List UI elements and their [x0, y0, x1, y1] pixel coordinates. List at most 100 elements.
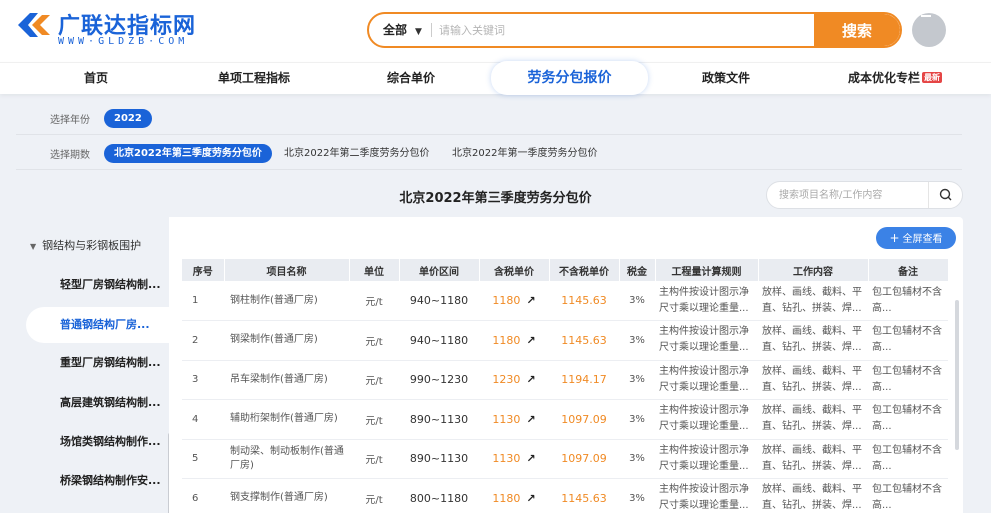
search-divider: [431, 23, 432, 37]
table-row[interactable]: 1 钢柱制作(普通厂房) 元/t 940~1180 1180 ↗ 1145.63 3% 主构件按…: [182, 281, 948, 321]
table-scrollbar[interactable]: [955, 300, 959, 450]
unit: 元/t: [365, 494, 383, 506]
search-button[interactable]: 搜索: [814, 14, 900, 46]
table-row[interactable]: 2 钢梁制作(普通厂房) 元/t 940~1180 1180 ↗ 1145.63 3% 主构件按…: [182, 320, 948, 361]
search-scope-select[interactable]: 全部 ▼: [383, 14, 422, 46]
fullscreen-button[interactable]: + 全屏查看: [876, 227, 956, 249]
year-option-2022[interactable]: 2022: [104, 109, 152, 128]
price-range-cell: 990~1230: [399, 360, 479, 400]
year-filter-row: 选择年份 2022: [16, 101, 962, 135]
project-name-cell: 吊车梁制作(普通厂房): [224, 360, 349, 400]
table-row[interactable]: 6 钢支撑制作(普通厂房) 元/t 800~1180 1180 ↗ 1145.63 3% 主构件…: [182, 478, 948, 513]
sidebar-item[interactable]: 轻型厂房钢结构制...: [26, 267, 169, 303]
user-avatar[interactable]: [912, 13, 946, 47]
tax-rate-cell: 3%: [619, 478, 655, 513]
tax-price: 1230: [492, 373, 521, 387]
row-number: 4: [192, 413, 199, 425]
calc-rule-cell: 主构件按设计图示净尺寸乘以理论重量...: [655, 399, 758, 440]
nav-unit-price[interactable]: 综合单价: [375, 63, 447, 95]
notax-price-cell: 1097.09: [549, 399, 619, 440]
trend-chart-icon[interactable]: ↗: [526, 413, 535, 426]
notax-price: 1097.09: [561, 452, 607, 466]
sidebar-item[interactable]: 重型厂房钢结构制...: [26, 345, 169, 381]
remark-cell: 包工包辅材不含高...: [868, 399, 948, 440]
unit: 元/t: [365, 415, 383, 427]
sidebar-group-label: 钢结构与彩钢板围护: [42, 239, 142, 252]
period-option-q1[interactable]: 北京2022年第一季度劳务分包价: [442, 144, 607, 163]
year-filter-label: 选择年份: [50, 115, 90, 126]
period-option-q2[interactable]: 北京2022年第二季度劳务分包价: [274, 144, 439, 163]
calc-rule-cell: 主构件按设计图示净尺寸乘以理论重量...: [655, 439, 758, 479]
tax-price-cell: 1180 ↗: [479, 281, 549, 321]
price-range-cell: 940~1180: [399, 281, 479, 321]
trend-chart-icon[interactable]: ↗: [526, 294, 535, 307]
remark: 包工包辅材不含高...: [872, 365, 942, 393]
tax-rate: 3%: [629, 374, 645, 386]
col-header: 税金: [619, 259, 656, 281]
calc-rule: 主构件按设计图示净尺寸乘以理论重量...: [659, 365, 749, 393]
tax-price-cell: 1130 ↗: [479, 439, 549, 479]
tax-rate-cell: 3%: [619, 439, 655, 479]
nav-single-project[interactable]: 单项工程指标: [206, 63, 302, 95]
table-row[interactable]: 5 制动梁、制动板制作(普通厂房) 元/t 890~1130 1130 ↗ 1097.09 3…: [182, 439, 948, 479]
table-header-row: 序号 项目名称 单位 单价区间 含税单价 不含税单价 税金 工程量计算规则 工作…: [182, 259, 949, 281]
notax-price-cell: 1194.17: [549, 360, 619, 400]
col-header: 单价区间: [399, 259, 480, 281]
sidebar-item[interactable]: 高层建筑钢结构制...: [26, 385, 169, 421]
col-header: 工作内容: [758, 259, 869, 281]
work-content: 放样、画线、截料、平直、钻孔、拼装、焊...: [762, 405, 862, 433]
nav-policy[interactable]: 政策文件: [690, 63, 762, 95]
remark: 包工包辅材不含高...: [872, 484, 942, 512]
table-row[interactable]: 3 吊车梁制作(普通厂房) 元/t 990~1230 1230 ↗ 1194.17 3% 主构件…: [182, 360, 948, 400]
row-number-cell: 5: [182, 439, 224, 479]
unit-cell: 元/t: [349, 281, 399, 321]
calc-rule: 主构件按设计图示净尺寸乘以理论重量...: [659, 405, 749, 433]
col-header: 工程量计算规则: [655, 259, 759, 281]
calc-rule: 主构件按设计图示净尺寸乘以理论重量...: [659, 326, 749, 354]
item-search-button[interactable]: [928, 182, 962, 208]
trend-chart-icon[interactable]: ↗: [526, 334, 535, 347]
price-range: 990~1230: [409, 373, 469, 387]
brand-logo[interactable]: 广联达指标网 WWW·GLDZB·COM: [16, 8, 216, 48]
calc-rule-cell: 主构件按设计图示净尺寸乘以理论重量...: [655, 320, 758, 361]
project-name-cell: 辅助桁架制作(普通厂房): [224, 399, 349, 440]
nav-home[interactable]: 首页: [60, 63, 132, 95]
trend-chart-icon[interactable]: ↗: [526, 492, 535, 505]
work-content-cell: 放样、画线、截料、平直、钻孔、拼装、焊...: [758, 399, 868, 440]
global-search: 全部 ▼ 搜索: [367, 12, 902, 48]
col-header: 备注: [868, 259, 949, 281]
sidebar-item[interactable]: 桥梁钢结构制作安...: [26, 463, 169, 499]
remark-cell: 包工包辅材不含高...: [868, 281, 948, 321]
remark-cell: 包工包辅材不含高...: [868, 320, 948, 361]
site-header: 广联达指标网 WWW·GLDZB·COM 全部 ▼ 搜索: [0, 0, 991, 62]
tax-price: 1180: [492, 333, 521, 347]
unit-cell: 元/t: [349, 478, 399, 513]
unit-cell: 元/t: [349, 320, 399, 361]
table-row[interactable]: 4 辅助桁架制作(普通厂房) 元/t 890~1130 1130 ↗ 1097.09 3% 主构…: [182, 399, 948, 440]
trend-chart-icon[interactable]: ↗: [526, 373, 535, 386]
work-content-cell: 放样、画线、截料、平直、钻孔、拼装、焊...: [758, 439, 868, 479]
project-name: 制动梁、制动板制作(普通厂房): [230, 445, 344, 471]
nav-cost-optimization-label: 成本优化专栏: [847, 71, 920, 85]
nav-cost-optimization[interactable]: 成本优化专栏 最新: [840, 63, 950, 95]
nav-labor-subcontract-label: 劳务分包报价: [527, 70, 612, 86]
calc-rule: 主构件按设计图示净尺寸乘以理论重量...: [659, 444, 749, 472]
period-filter-row: 选择期数 北京2022年第三季度劳务分包价 北京2022年第二季度劳务分包价 北…: [16, 136, 962, 170]
unit: 元/t: [365, 297, 383, 308]
tax-rate: 3%: [629, 453, 645, 465]
sidebar-item[interactable]: 场馆类钢结构制作...: [26, 424, 169, 460]
sidebar-item-active[interactable]: 普通钢结构厂房...: [26, 307, 169, 343]
project-name: 吊车梁制作(普通厂房): [230, 373, 328, 385]
project-name-cell: 钢支撑制作(普通厂房): [224, 478, 349, 513]
trend-chart-icon[interactable]: ↗: [526, 452, 535, 465]
project-name-cell: 钢柱制作(普通厂房): [224, 281, 349, 321]
calc-rule: 主构件按设计图示净尺寸乘以理论重量...: [659, 286, 749, 314]
sidebar-group[interactable]: ▼ 钢结构与彩钢板围护: [30, 237, 141, 253]
search-input[interactable]: [439, 14, 809, 46]
period-option-q3[interactable]: 北京2022年第三季度劳务分包价: [104, 144, 272, 163]
period-filter-label: 选择期数: [50, 150, 90, 161]
item-search-input[interactable]: [779, 182, 929, 208]
nav-single-project-label: 单项工程指标: [217, 71, 290, 85]
price-table: 序号 项目名称 单位 单价区间 含税单价 不含税单价 税金 工程量计算规则 工作…: [182, 259, 949, 513]
nav-labor-subcontract[interactable]: 劳务分包报价: [491, 61, 648, 95]
